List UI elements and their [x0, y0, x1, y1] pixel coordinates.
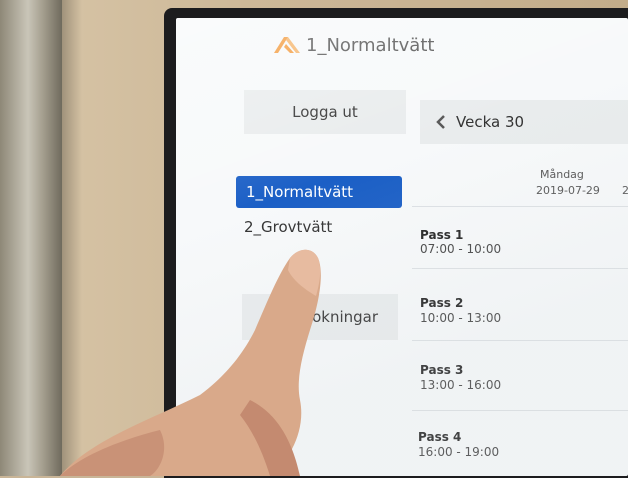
- slot-time: 16:00 - 19:00: [418, 445, 500, 459]
- slot-time: 10:00 - 13:00: [420, 311, 502, 325]
- app-header: 1_Normaltvätt: [274, 30, 434, 60]
- slot-name: Pass 4: [418, 430, 462, 444]
- slot-time: 07:00 - 10:00: [420, 242, 502, 256]
- my-bookings-button[interactable]: Mina bokningar: [242, 294, 398, 340]
- day-name: Måndag: [540, 168, 584, 181]
- chevron-left-icon: [436, 115, 445, 129]
- door-frame: [0, 0, 62, 476]
- slot-name: Pass 3: [420, 363, 464, 377]
- machine-label: 2_Grovtvätt: [244, 218, 333, 236]
- page-title: 1_Normaltvätt: [306, 34, 435, 56]
- slot-name: Pass 1: [420, 228, 464, 242]
- day-header: Måndag 2019-07-29 2: [412, 162, 628, 207]
- machine-item-grovtvatt[interactable]: 2_Grovtvätt: [244, 218, 332, 236]
- machine-logo-icon: [274, 37, 300, 53]
- time-slot[interactable]: Pass 4 16:00 - 19:00: [412, 418, 628, 476]
- week-label: Vecka 30: [456, 113, 525, 131]
- frame-shadow: [62, 0, 82, 476]
- slot-time: 13:00 - 16:00: [420, 378, 502, 392]
- machine-label: 1_Normaltvätt: [246, 183, 354, 201]
- logout-button[interactable]: Logga ut: [244, 90, 406, 134]
- machine-item-normaltvatt[interactable]: 1_Normaltvätt: [236, 176, 402, 208]
- time-slot[interactable]: Pass 2 10:00 - 13:00: [412, 280, 628, 341]
- day-date: 2019-07-29: [536, 184, 600, 197]
- slot-name: Pass 2: [420, 296, 464, 310]
- time-slot[interactable]: Pass 1 07:00 - 10:00: [412, 208, 628, 269]
- next-day-partial: 2: [622, 184, 628, 197]
- touch-screen: 1_Normaltvätt Logga ut 1_Normaltvätt 2_G…: [176, 18, 628, 476]
- time-slot[interactable]: Pass 3 13:00 - 16:00: [412, 350, 628, 411]
- week-nav-button[interactable]: Vecka 30: [420, 100, 628, 144]
